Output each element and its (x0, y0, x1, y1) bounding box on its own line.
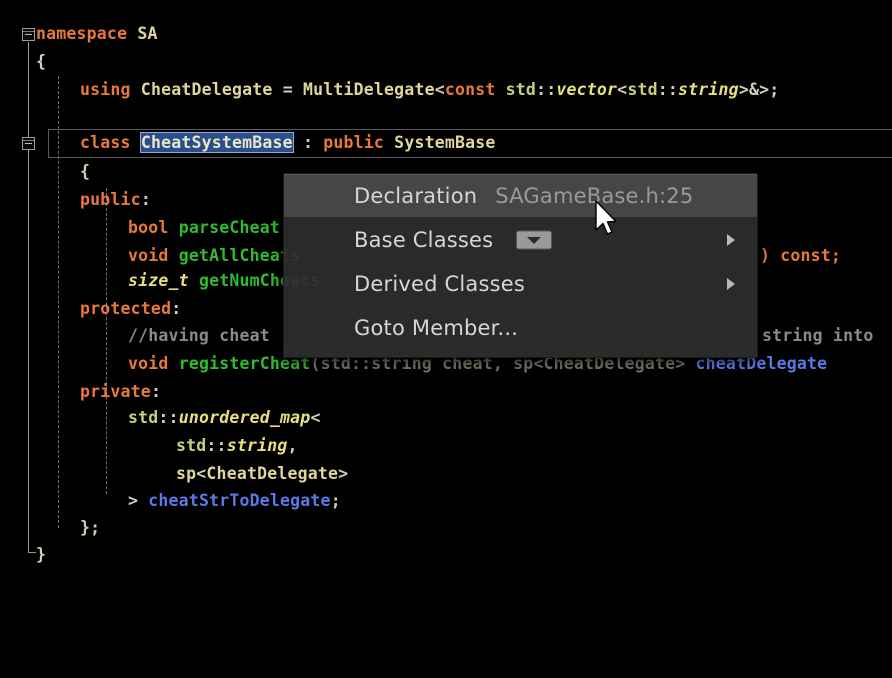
token-type-cheatdelegate: CheatDelegate (206, 464, 339, 483)
token-angle-close-2: > (128, 491, 149, 510)
token-member-cheatstrtodelegate: cheatStrToDelegate (148, 491, 331, 510)
token-type-sizet: size_t (128, 271, 189, 290)
token-keyword-using: using (80, 80, 131, 99)
token-angle-open-3: < (310, 408, 321, 427)
code-line-18: sp<CheatDelegate> (0, 460, 892, 488)
token-access-private: private (80, 382, 151, 401)
submenu-arrow-icon-derived-classes (727, 278, 735, 290)
token-std-3: std (128, 408, 159, 427)
token-access-private-colon: : (150, 382, 162, 401)
token-keyword-public-inherit: public (323, 133, 385, 152)
token-namespace-close: } (36, 545, 47, 564)
code-line-4: using CheatDelegate = MultiDelegate<cons… (0, 76, 892, 104)
token-type-vector: vector (556, 80, 618, 99)
token-scope-res-4: :: (206, 436, 227, 455)
selected-identifier-cheatsystembase[interactable]: CheatSystemBase (140, 133, 293, 152)
token-using-tail: >&>; (738, 80, 780, 99)
token-type-unordered-map: unordered_map (178, 408, 311, 427)
token-angle-open-4: < (196, 464, 207, 483)
code-line-15: private: (0, 378, 892, 406)
token-angle-close-1: > (338, 464, 349, 483)
token-std-2: std (627, 80, 658, 99)
token-angle-open-1: < (434, 80, 445, 99)
token-comma-1: , (287, 436, 298, 455)
token-access-protected: protected (80, 299, 172, 318)
token-type-string-2: string (226, 436, 288, 455)
token-std-4: std (176, 436, 207, 455)
token-access-public: public (80, 190, 141, 209)
token-brace-open-class: { (80, 162, 91, 181)
code-line-16: std::unordered_map< (0, 404, 892, 432)
token-std-1: std (495, 80, 537, 99)
token-const-qualifier-1: ) const; (760, 246, 842, 265)
token-keyword-namespace: namespace (36, 24, 128, 43)
token-base-class-systembase: SystemBase (384, 133, 496, 152)
token-semicolon-1: ; (330, 491, 341, 510)
token-angle-open-2: < (617, 80, 628, 99)
token-keyword-const: const (444, 80, 496, 99)
menu-item-derived-classes-label: Derived Classes (354, 272, 526, 296)
token-keyword-class: class (80, 133, 131, 152)
token-namespace-name: SA (127, 24, 158, 43)
code-line-2: { (0, 48, 892, 76)
code-line-19: > cheatStrToDelegate; (0, 487, 892, 515)
token-equals: = (282, 80, 303, 99)
token-scope-res-1: :: (536, 80, 557, 99)
token-type-bool: bool (128, 218, 169, 237)
code-line-6: class CheatSystemBase : public SystemBas… (0, 129, 892, 157)
token-class-close: }; (80, 518, 101, 537)
token-access-protected-colon: : (171, 299, 182, 318)
token-scope-res-3: :: (158, 408, 179, 427)
token-scope-res-2: :: (657, 80, 678, 99)
code-line-21: } (0, 541, 892, 569)
token-type-void-2: void (128, 354, 169, 373)
code-line-17: std::string, (0, 432, 892, 460)
token-inherit-colon: : (292, 133, 324, 152)
menu-item-goto-member-label: Goto Member... (354, 316, 519, 340)
code-line-20: }; (0, 514, 892, 542)
chevron-down-icon[interactable] (516, 230, 552, 250)
menu-item-declaration[interactable]: Declaration SAGameBase.h:25 (284, 174, 757, 218)
code-line-1: namespace SA (0, 20, 892, 48)
submenu-arrow-icon-base-classes (727, 234, 735, 246)
token-comment-tail: string into (762, 326, 874, 345)
token-type-sp: sp (176, 464, 197, 483)
token-type-string: string (678, 80, 739, 99)
token-alias-name: CheatDelegate (130, 80, 283, 99)
token-method-parsecheat: parseCheat (178, 218, 281, 237)
menu-item-goto-member[interactable]: Goto Member... (284, 306, 757, 350)
menu-item-base-classes[interactable]: Base Classes (284, 218, 757, 262)
token-access-public-colon: : (140, 190, 151, 209)
menu-item-derived-classes[interactable]: Derived Classes (284, 262, 757, 306)
token-template-multidelegate: MultiDelegate (302, 80, 435, 99)
editor-window: namespace SA { using CheatDelegate = Mul… (0, 0, 892, 678)
menu-item-declaration-detail: SAGameBase.h:25 (495, 184, 694, 208)
menu-item-base-classes-label: Base Classes (354, 228, 494, 252)
menu-item-declaration-label: Declaration (354, 184, 478, 208)
navigation-context-menu[interactable]: Declaration SAGameBase.h:25 Base Classes… (283, 173, 758, 358)
token-brace-open-ns: { (36, 52, 47, 71)
